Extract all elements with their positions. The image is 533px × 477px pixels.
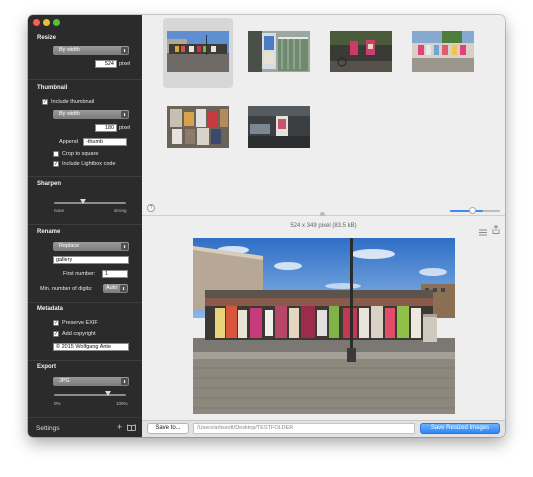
share-icon[interactable] <box>492 221 500 234</box>
save-resized-images-button[interactable]: Save Resized Images <box>420 423 500 434</box>
crop-to-square-label: Crop to square <box>62 151 99 157</box>
help-button[interactable]: ? <box>147 204 155 212</box>
lightbox-code-label: Include Lightbox code <box>62 161 116 167</box>
resize-mode-value: By width <box>59 47 80 53</box>
thumbnail-width-field[interactable]: 180 <box>95 124 117 132</box>
preview-image <box>193 238 455 414</box>
resize-width-field[interactable]: 524 <box>95 60 117 68</box>
thumbnail-image <box>248 31 310 72</box>
help-label: ? <box>149 205 153 211</box>
preserve-exif-label: Preserve EXIF <box>62 320 98 326</box>
chevron-updown-icon: ⬍ <box>120 285 127 292</box>
quality-slider-track[interactable] <box>54 394 126 396</box>
append-field[interactable]: -thumb <box>83 138 127 146</box>
export-section-title: Export <box>37 364 57 370</box>
sharpen-min-label: none <box>54 208 65 213</box>
divider <box>28 176 142 177</box>
sharpen-max-label: strong <box>114 208 127 213</box>
rename-section-title: Rename <box>37 229 61 235</box>
divider <box>28 79 142 80</box>
copyright-field[interactable]: © 2015 Wolfgang Ante <box>53 343 129 351</box>
min-digits-label: Min. number of digits: <box>40 286 93 292</box>
app-window: Resize By width ⬍ 524 pixel Thumbnail ✓ … <box>28 15 505 437</box>
thumbnail-section-title: Thumbnail <box>37 85 68 91</box>
sharpen-slider-knob[interactable] <box>80 199 86 204</box>
thumbnail-grid: ? <box>142 15 505 215</box>
zoom-slider-knob[interactable] <box>469 207 476 214</box>
thumbnail-item[interactable] <box>244 18 314 88</box>
sharpen-slider-track[interactable] <box>54 202 126 204</box>
thumbnail-unit-label: pixel <box>119 125 131 131</box>
resize-mode-select[interactable]: By width ⬍ <box>53 46 129 55</box>
thumbnail-item[interactable] <box>326 18 396 88</box>
first-number-label: First number: <box>63 271 96 277</box>
metadata-section-title: Metadata <box>37 306 64 312</box>
thumbnail-item[interactable] <box>163 18 233 88</box>
preview-info: 524 x 349 pixel (83.5 kB) <box>290 223 357 229</box>
resize-unit-label: pixel <box>119 61 131 67</box>
quality-slider-knob[interactable] <box>105 391 111 396</box>
quality-min-label: 0% <box>54 401 61 406</box>
plus-icon[interactable]: + <box>117 422 122 432</box>
zoom-slider-fill <box>450 210 483 212</box>
thumbnail-item[interactable] <box>163 100 233 170</box>
thumbnail-mode-value: By width <box>59 111 80 117</box>
minimize-window-button[interactable] <box>43 19 50 26</box>
thumbnail-image <box>248 106 310 148</box>
thumbnail-image <box>167 31 229 72</box>
divider <box>28 360 142 361</box>
close-window-button[interactable] <box>33 19 40 26</box>
rename-mode-value: Replace <box>59 243 80 249</box>
thumbnail-mode-select[interactable]: By width ⬍ <box>53 110 129 119</box>
include-thumbnail-label: Include thumbnail <box>51 99 95 105</box>
main-content: ? 524 x 349 pixel (83.5 kB) Save to... /… <box>142 15 505 437</box>
book-icon[interactable] <box>127 424 136 432</box>
preview-area: 524 x 349 pixel (83.5 kB) <box>142 216 505 420</box>
export-format-value: JPG <box>59 378 70 384</box>
lightbox-code-checkbox[interactable]: ✓ <box>53 161 59 167</box>
chevron-updown-icon: ⬍ <box>121 243 128 250</box>
thumbnail-image <box>412 31 474 72</box>
divider <box>28 224 142 225</box>
add-copyright-checkbox[interactable]: ✓ <box>53 331 59 337</box>
thumbnail-item[interactable] <box>408 18 478 88</box>
rename-name-field[interactable]: gallery <box>53 256 129 264</box>
save-to-button[interactable]: Save to... <box>147 423 189 434</box>
thumbnail-image <box>330 31 392 72</box>
rename-mode-select[interactable]: Replace ⬍ <box>53 242 129 251</box>
quality-max-label: 100% <box>116 401 128 406</box>
sidebar-footer: Settings + <box>28 417 142 437</box>
bottom-bar: Save to... /Users/artissoft/Desktop/TEST… <box>142 420 505 437</box>
thumbnail-image <box>167 106 229 148</box>
chevron-updown-icon: ⬍ <box>121 47 128 54</box>
list-icon[interactable] <box>479 223 487 236</box>
include-thumbnail-checkbox[interactable]: ✓ <box>42 99 48 105</box>
min-digits-value: Auto <box>106 285 118 291</box>
maximize-window-button[interactable] <box>53 19 60 26</box>
sharpen-section-title: Sharpen <box>37 181 62 187</box>
preserve-exif-checkbox[interactable]: ✓ <box>53 320 59 326</box>
thumbnail-item[interactable] <box>244 100 314 170</box>
add-copyright-label: Add copyright <box>62 331 96 337</box>
first-number-field[interactable]: 1 <box>102 270 128 278</box>
resize-section-title: Resize <box>37 35 57 41</box>
chevron-updown-icon: ⬍ <box>121 378 128 385</box>
sidebar: Resize By width ⬍ 524 pixel Thumbnail ✓ … <box>28 15 142 437</box>
divider <box>28 302 142 303</box>
export-format-select[interactable]: JPG ⬍ <box>53 377 129 386</box>
chevron-updown-icon: ⬍ <box>121 111 128 118</box>
append-label: Append <box>59 139 78 145</box>
settings-label[interactable]: Settings <box>36 425 60 432</box>
crop-to-square-checkbox[interactable] <box>53 151 59 157</box>
min-digits-select[interactable]: Auto ⬍ <box>103 284 128 293</box>
destination-path-field[interactable]: /Users/artissoft/Desktop/TESTFOLDER <box>193 423 415 434</box>
